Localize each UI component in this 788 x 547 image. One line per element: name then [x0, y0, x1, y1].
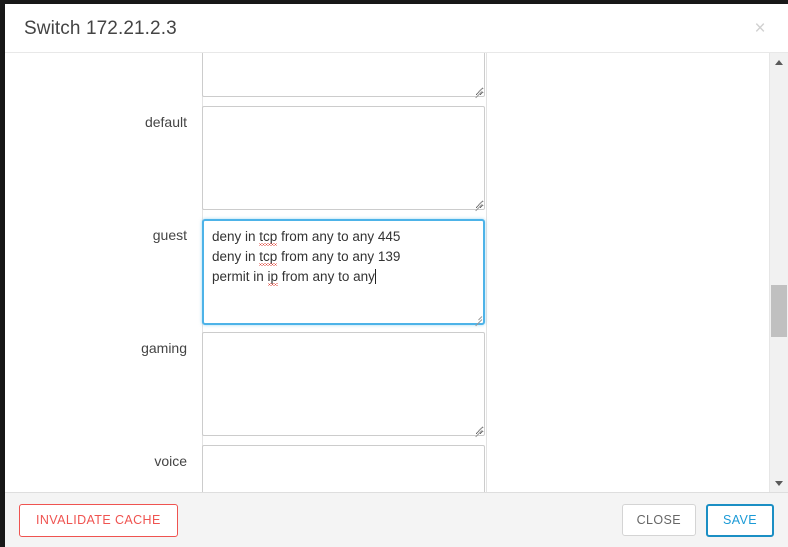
form-row: voice: [5, 445, 770, 492]
caret-down-icon[interactable]: [770, 474, 788, 492]
form-row-label-guest: guest: [152, 227, 187, 243]
spellcheck-word: ip: [267, 269, 279, 284]
form-row-field: [202, 445, 486, 492]
caret-up-icon[interactable]: [770, 53, 788, 71]
acl-textarea-voice[interactable]: [202, 445, 485, 492]
form-scroll-viewport: default guest deny in tcp from any to an…: [5, 53, 770, 492]
form-row-field: [202, 106, 486, 212]
form-row-label-voice: voice: [154, 453, 187, 469]
textarea-wrapper: [202, 106, 485, 212]
form-row: default: [5, 106, 770, 219]
acl-rule-line: deny in tcp from any to any 139: [212, 249, 401, 264]
form-row-field: deny in tcp from any to any 445 deny in t…: [202, 219, 486, 327]
modal-body: default guest deny in tcp from any to an…: [5, 53, 788, 492]
modal-header: Switch 172.21.2.3 ×: [5, 4, 788, 53]
save-button[interactable]: SAVE: [705, 503, 774, 537]
modal-footer: INVALIDATE CACHE CLOSE SAVE: [5, 492, 788, 547]
text-cursor: [374, 269, 376, 284]
textarea-wrapper: [202, 332, 485, 438]
acl-textarea-default[interactable]: [202, 106, 485, 210]
textarea-wrapper: deny in tcp from any to any 445 deny in t…: [202, 219, 485, 327]
acl-rule-line: deny in tcp from any to any 445: [212, 229, 401, 244]
form-row: gaming: [5, 332, 770, 445]
form-row-field: [202, 53, 486, 99]
acl-textarea-gaming[interactable]: [202, 332, 485, 436]
switch-config-modal: Switch 172.21.2.3 × default guest deny i…: [5, 4, 788, 547]
acl-textarea-guest[interactable]: deny in tcp from any to any 445 deny in t…: [202, 219, 485, 325]
invalidate-cache-button[interactable]: INVALIDATE CACHE: [19, 503, 178, 537]
spellcheck-word: tcp: [259, 249, 278, 264]
close-button[interactable]: CLOSE: [621, 504, 696, 536]
form-row-field: [202, 332, 486, 438]
close-icon[interactable]: ×: [746, 14, 774, 42]
spellcheck-word: tcp: [259, 229, 278, 244]
screen: Switch 172.21.2.3 × default guest deny i…: [0, 0, 788, 547]
form-row: guest deny in tcp from any to any 445 den…: [5, 219, 770, 332]
modal-title: Switch 172.21.2.3: [24, 17, 177, 39]
acl-textarea-row0[interactable]: [202, 53, 485, 97]
acl-rule-line: permit in ip from any to any: [212, 269, 376, 284]
form-row-label-default: default: [144, 114, 187, 130]
scrollbar-thumb[interactable]: [771, 285, 787, 337]
textarea-wrapper: [202, 445, 485, 492]
form-list: default guest deny in tcp from any to an…: [5, 53, 770, 492]
textarea-wrapper: [202, 53, 485, 99]
vertical-scrollbar[interactable]: [769, 53, 788, 492]
form-row-label-gaming: gaming: [141, 340, 187, 356]
form-row: [5, 53, 770, 106]
